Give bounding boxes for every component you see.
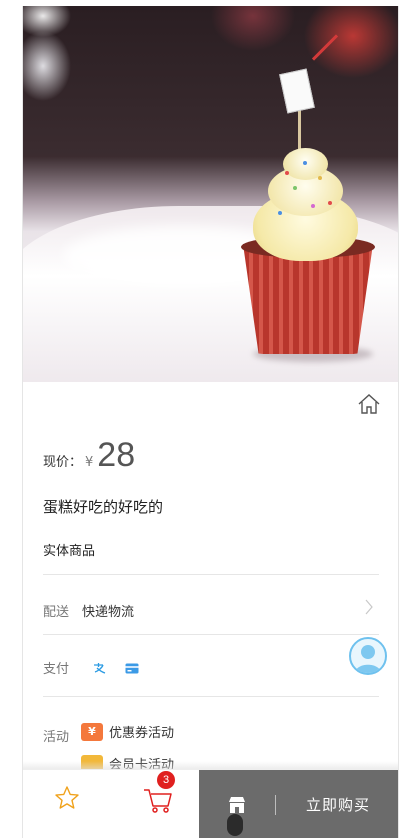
price-row: 现价： ¥ 28: [43, 436, 135, 475]
customer-service-avatar[interactable]: [349, 637, 387, 675]
shipping-label: 配送: [43, 605, 70, 620]
product-page: 现价： ¥ 28 蛋糕好吃的好吃的 实体商品 配送 快递物流 支付 活动 ¥ 优…: [22, 6, 399, 838]
shipping-value: 快递物流: [82, 605, 135, 620]
divider: [43, 696, 379, 697]
cart-count-badge: 3: [157, 771, 175, 789]
action-panel: 立即购买: [199, 770, 398, 838]
store-button[interactable]: [199, 770, 275, 838]
currency-symbol: ¥: [85, 455, 94, 470]
buy-now-button[interactable]: 立即购买: [276, 770, 398, 838]
card-icon: [124, 661, 140, 675]
touch-indicator: [227, 814, 243, 836]
alipay-icon: [91, 661, 107, 675]
coupon-icon: ¥: [81, 722, 103, 741]
divider: [43, 634, 379, 635]
divider: [43, 574, 379, 575]
activity-coupon[interactable]: ¥ 优惠券活动: [81, 722, 174, 741]
cupcake-illustration: [223, 34, 393, 362]
store-icon: [229, 796, 245, 813]
activity-label: 活动: [43, 730, 70, 745]
home-icon: [358, 394, 380, 414]
star-icon[interactable]: [53, 784, 81, 812]
price-label: 现价：: [43, 455, 83, 470]
product-title: 蛋糕好吃的好吃的: [43, 498, 164, 516]
price-value: 28: [97, 436, 136, 474]
bottom-action-bar: 3 立即购买: [23, 769, 398, 838]
home-button[interactable]: [356, 392, 382, 416]
product-image: [23, 6, 398, 382]
activity-coupon-label: 优惠券活动: [109, 726, 175, 741]
user-icon: [355, 645, 381, 673]
product-type: 实体商品: [43, 544, 96, 559]
payment-label: 支付: [43, 662, 70, 677]
chevron-right-icon[interactable]: [364, 598, 374, 616]
